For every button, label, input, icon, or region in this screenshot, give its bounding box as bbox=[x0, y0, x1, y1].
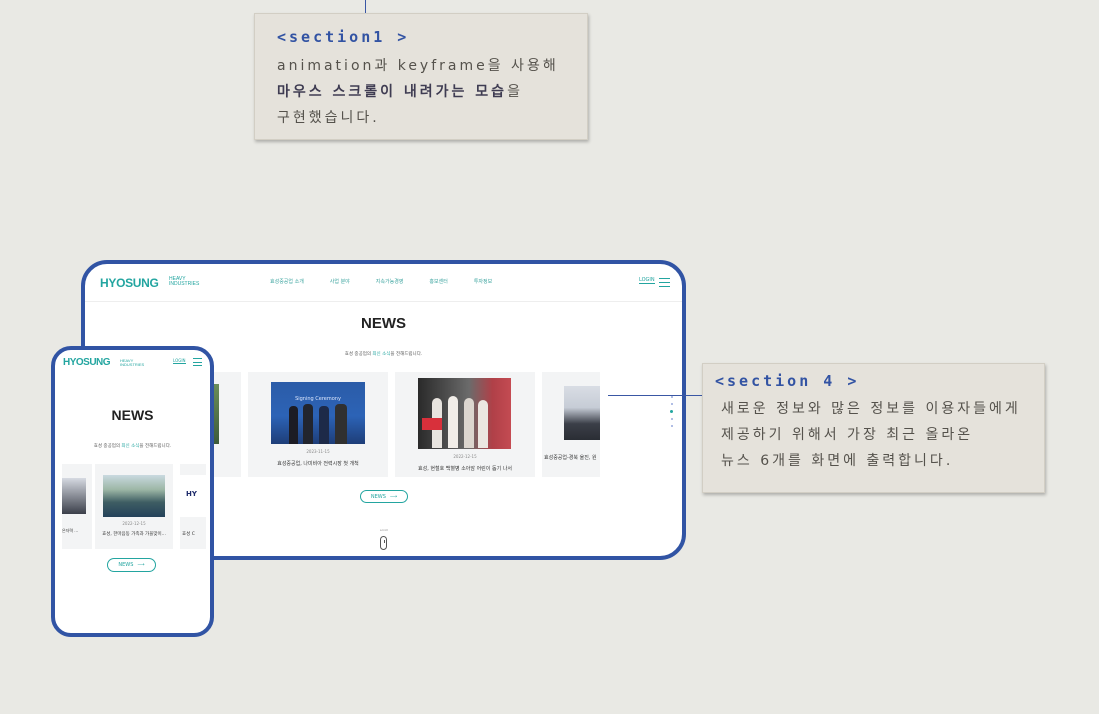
news-date: 2023-11-15 bbox=[306, 449, 330, 454]
news-card[interactable]: Signing Ceremony 2023-11-15 효성중공업, 나미비아 … bbox=[248, 372, 388, 477]
connector-line bbox=[365, 0, 366, 13]
news-subtitle: 효성 중공업의 최신 소식을 전해드립니다. bbox=[55, 443, 210, 449]
note-bold-text: 마우스 스크롤이 내려가는 모습 bbox=[277, 84, 508, 100]
more-label: NEWS bbox=[118, 562, 134, 568]
subtitle-text: 효성 중공업의 bbox=[344, 352, 373, 357]
note-line: 새로운 정보와 많은 정보를 이용자들에게 bbox=[721, 401, 1021, 417]
news-more-button[interactable]: NEWS ⟶ bbox=[107, 558, 156, 572]
menu-icon[interactable] bbox=[659, 278, 670, 287]
news-card[interactable]: 2022-12-15 효성, 현철호 백혈병 소아암 어린이 돕기 나서 bbox=[395, 372, 535, 477]
annotation-note-section1: <section1 > animation과 keyframe을 사용해 마우스… bbox=[254, 13, 588, 140]
news-title: NEWS bbox=[111, 407, 154, 423]
site-logo[interactable]: HYOSUNG bbox=[100, 276, 159, 290]
note-line: 뉴스 6개를 화면에 출력합니다. bbox=[721, 453, 954, 469]
news-date: 2022-12-15 bbox=[453, 454, 477, 459]
nav-item-business[interactable]: 사업 분야 bbox=[330, 278, 350, 285]
mobile-mockup: HYOSUNG HEAVY INDUSTRIES LOGIN NEWS 효성 중… bbox=[51, 346, 214, 637]
thumb-banner-text: Signing Ceremony bbox=[295, 396, 341, 402]
mouse-scroll-icon bbox=[380, 536, 387, 550]
news-title: NEWS bbox=[361, 315, 406, 332]
nav-item-ir[interactable]: 투자정보 bbox=[474, 278, 492, 285]
news-thumbnail bbox=[103, 475, 165, 517]
news-thumbnail bbox=[62, 478, 86, 514]
login-link[interactable]: LOGIN bbox=[173, 358, 186, 364]
news-caption: 효성 C bbox=[182, 532, 195, 537]
note-title: <section 4 > bbox=[715, 372, 860, 390]
subtitle-text: 을 전해드립니다. bbox=[390, 352, 423, 357]
logo-sub-line: INDUSTRIES bbox=[120, 362, 145, 367]
nav-item-pr[interactable]: 홍보센터 bbox=[429, 278, 447, 285]
scroll-label: scroll bbox=[380, 528, 388, 532]
nav-item-about[interactable]: 효성중공업 소개 bbox=[270, 278, 304, 285]
nav-item-sustainability[interactable]: 지속가능경영 bbox=[376, 278, 404, 285]
news-card[interactable]: HY 효성 C bbox=[180, 464, 206, 549]
arrow-right-icon: ⟶ bbox=[389, 493, 398, 500]
thumb-logo-text: HY bbox=[186, 490, 197, 498]
news-caption: 효성중공업-경북 울진, 원 bbox=[544, 455, 597, 461]
note-bold-suffix: 을 bbox=[507, 84, 523, 100]
note-line: 제공하기 위해서 가장 최근 올라온 bbox=[721, 427, 974, 443]
site-logo-sub: HEAVY INDUSTRIES bbox=[120, 359, 144, 367]
note-title: <section1 > bbox=[277, 28, 410, 46]
news-card[interactable]: 효성중공업-경북 울진, 원 bbox=[542, 372, 600, 477]
menu-icon[interactable] bbox=[193, 358, 202, 366]
note-line: 마우스 스크롤이 내려가는 모습을 bbox=[277, 79, 565, 105]
news-thumbnail bbox=[418, 378, 511, 449]
note-line: 구현했습니다. bbox=[277, 110, 380, 126]
site-header: HYOSUNG HEAVY INDUSTRIES 효성중공업 소개 사업 분야 … bbox=[85, 264, 682, 302]
news-thumbnail: Signing Ceremony bbox=[271, 382, 365, 444]
note-line: animation과 keyframe을 사용해 bbox=[277, 58, 559, 74]
subtitle-text: 을 전해드립니다. bbox=[139, 444, 172, 449]
news-caption: 효성, 한마음동 가족과 가을맞이... bbox=[102, 532, 166, 537]
subtitle-highlight: 최신 소식 bbox=[372, 352, 391, 357]
news-thumbnail bbox=[564, 386, 600, 440]
news-caption: 효성중공업, 나미비아 전력시장 첫 개척 bbox=[277, 461, 359, 467]
news-card[interactable]: 은자력 ... bbox=[62, 464, 92, 549]
news-card[interactable]: 2022-12-15 효성, 한마음동 가족과 가을맞이... bbox=[95, 464, 173, 549]
section-dots-icon[interactable] bbox=[670, 396, 673, 432]
site-logo[interactable]: HYOSUNG bbox=[63, 357, 111, 368]
main-nav: 효성중공업 소개 사업 분야 지속가능경영 홍보센터 투자정보 bbox=[270, 278, 518, 285]
subtitle-highlight: 최신 소식 bbox=[121, 444, 140, 449]
subtitle-text: 효성 중공업의 bbox=[93, 444, 122, 449]
login-link[interactable]: LOGIN bbox=[639, 277, 655, 284]
news-date: 2022-12-15 bbox=[122, 521, 146, 526]
more-label: NEWS bbox=[370, 493, 386, 500]
news-thumbnail: HY bbox=[180, 475, 206, 517]
annotation-note-section4: <section 4 > 새로운 정보와 많은 정보를 이용자들에게 제공하기 … bbox=[702, 363, 1045, 493]
site-logo-sub: HEAVY INDUSTRIES bbox=[169, 277, 199, 287]
logo-sub-line: INDUSTRIES bbox=[169, 281, 200, 287]
news-caption: 효성, 현철호 백혈병 소아암 어린이 돕기 나서 bbox=[418, 466, 512, 472]
news-more-button[interactable]: NEWS ⟶ bbox=[360, 490, 408, 503]
arrow-right-icon: ⟶ bbox=[137, 562, 145, 568]
news-caption: 은자력 ... bbox=[62, 528, 79, 533]
